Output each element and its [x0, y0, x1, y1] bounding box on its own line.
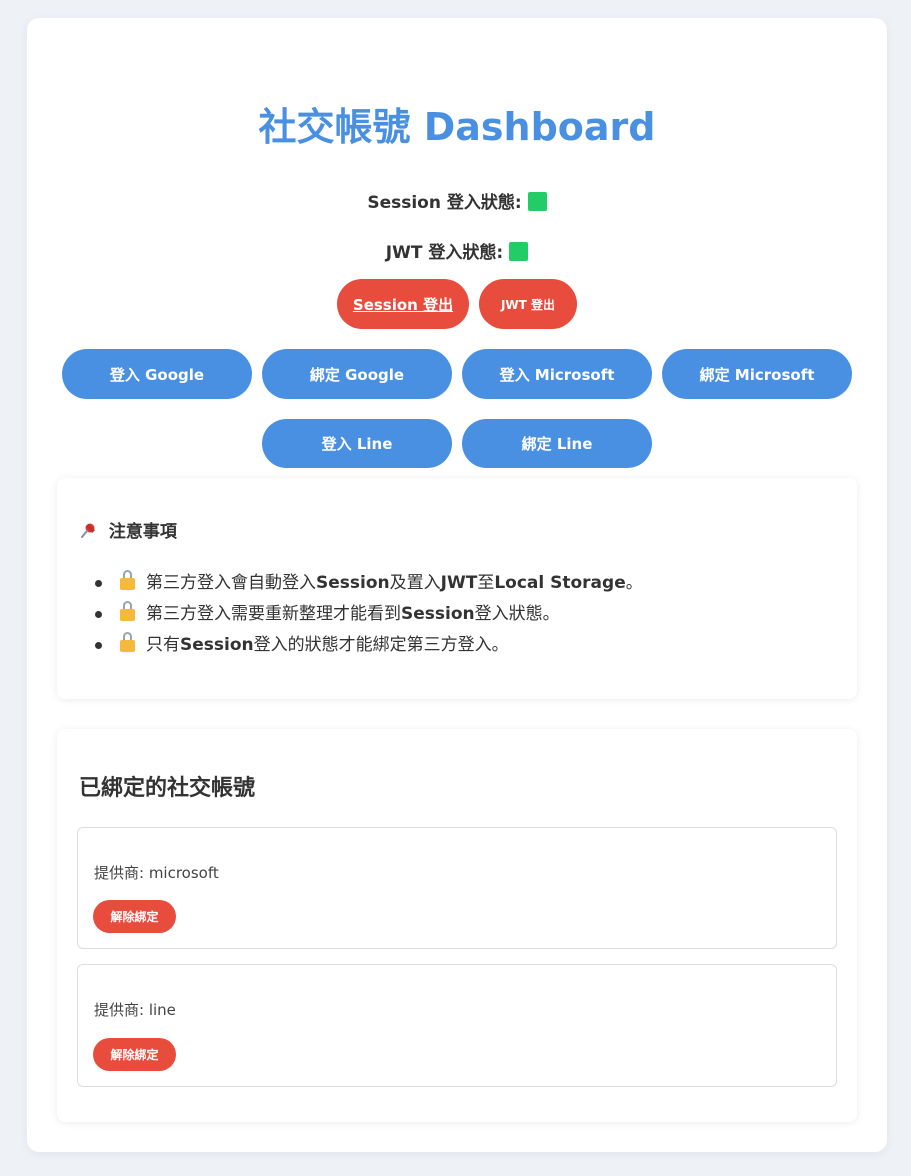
notice-item: 只有Session登入的狀態才能綁定第三方登入。 — [95, 630, 643, 661]
login-line-label: 登入 Line — [321, 435, 393, 453]
bound-accounts-title: 已綁定的社交帳號 — [79, 776, 256, 801]
page-title: 社交帳號 Dashboard — [258, 105, 656, 149]
session-logout-label: Session 登出 — [352, 295, 454, 314]
provider-name: 提供商: line — [94, 1001, 176, 1019]
jwt-logout-label: JWT 登出 — [500, 297, 556, 312]
bound-accounts-panel: 已綁定的社交帳號 提供商: microsoft 解除綁定 提供商: line 解… — [57, 729, 857, 1122]
dashboard-card: 社交帳號 Dashboard Session 登入狀態: JWT 登入狀態: S… — [27, 18, 887, 1152]
bind-line-label: 綁定 Line — [521, 435, 593, 453]
session-status-label: Session 登入狀態: — [367, 193, 522, 213]
pushpin-icon — [79, 522, 103, 542]
notice-panel: 注意事項 第三方登入會自動登入Session及置入JWT至Local Stora… — [57, 478, 857, 699]
bind-microsoft-label: 綁定 Microsoft — [699, 365, 815, 384]
unbind-button[interactable]: 解除綁定 — [93, 900, 176, 933]
bind-google-label: 綁定 Google — [309, 365, 405, 384]
jwt-logout-button[interactable]: JWT 登出 — [479, 279, 577, 329]
unbind-button[interactable]: 解除綁定 — [93, 1038, 176, 1071]
jwt-status-label: JWT 登入狀態: — [385, 243, 504, 263]
bound-account-item: 提供商: microsoft 解除綁定 — [77, 827, 837, 949]
notice-item: 第三方登入需要重新整理才能看到Session登入狀態。 — [95, 599, 643, 630]
unbind-label: 解除綁定 — [110, 1048, 159, 1062]
notice-title: 注意事項 — [108, 522, 177, 542]
bind-line-button[interactable]: 綁定 Line — [462, 419, 652, 468]
lock-icon — [119, 632, 136, 652]
login-google-label: 登入 Google — [109, 365, 205, 384]
bound-account-item: 提供商: line 解除綁定 — [77, 964, 837, 1087]
session-status: Session 登入狀態: — [27, 192, 887, 214]
unbind-label: 解除綁定 — [110, 910, 159, 924]
lock-icon — [119, 601, 136, 621]
session-status-indicator — [527, 192, 547, 211]
jwt-status: JWT 登入狀態: — [27, 242, 887, 264]
bind-microsoft-button[interactable]: 綁定 Microsoft — [662, 349, 852, 399]
login-google-button[interactable]: 登入 Google — [62, 349, 252, 399]
lock-icon — [119, 570, 136, 590]
provider-name: 提供商: microsoft — [94, 864, 219, 882]
session-logout-button[interactable]: Session 登出 — [337, 279, 469, 329]
login-microsoft-label: 登入 Microsoft — [499, 365, 615, 384]
login-microsoft-button[interactable]: 登入 Microsoft — [462, 349, 652, 399]
notice-heading: 注意事項 — [79, 520, 177, 544]
jwt-status-indicator — [509, 242, 529, 261]
login-line-button[interactable]: 登入 Line — [262, 419, 452, 468]
notice-list: 第三方登入會自動登入Session及置入JWT至Local Storage。 第… — [95, 568, 643, 661]
bind-google-button[interactable]: 綁定 Google — [262, 349, 452, 399]
notice-item: 第三方登入會自動登入Session及置入JWT至Local Storage。 — [95, 568, 643, 599]
